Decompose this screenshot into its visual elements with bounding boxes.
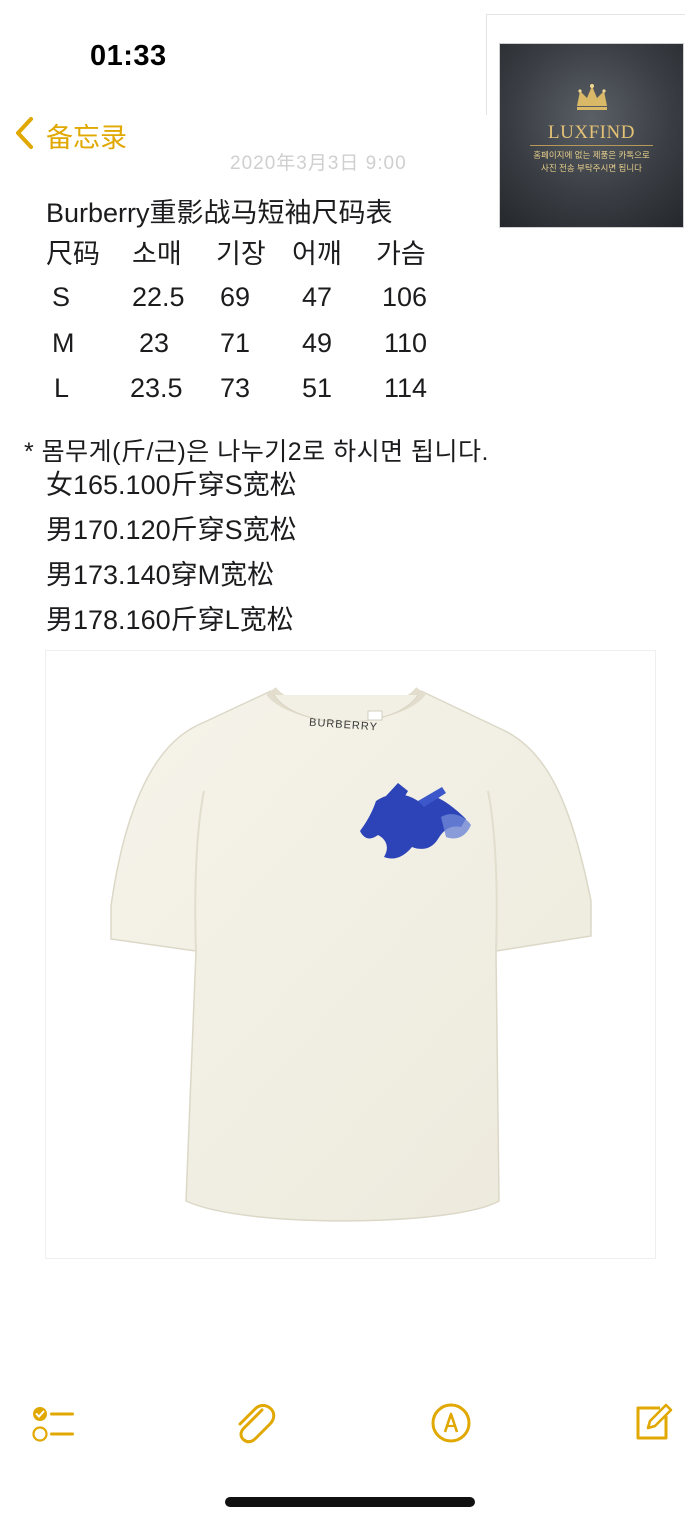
table-header: 소매 — [132, 239, 182, 269]
markup-pen-icon[interactable] — [430, 1402, 472, 1449]
table-header: 기장 — [216, 239, 266, 269]
logo-brand: LUXFIND — [548, 122, 635, 143]
home-indicator[interactable] — [225, 1497, 475, 1507]
table-cell: 106 — [382, 282, 428, 312]
table-cell: 69 — [220, 282, 251, 312]
table-cell: 114 — [384, 373, 428, 403]
fit-line: 男170.120斤穿S宽松 — [46, 515, 297, 545]
fit-line: 女165.100斤穿S宽松 — [46, 470, 297, 500]
back-button[interactable]: 备忘录 — [14, 116, 127, 155]
status-time: 01:33 — [90, 40, 167, 72]
crown-icon — [577, 84, 607, 110]
table-cell: 22.5 — [132, 282, 185, 312]
table-cell: 23.5 — [130, 373, 183, 403]
table-cell: 73 — [220, 373, 251, 403]
luxfind-logo: LUXFIND 홈페이지에 없는 제품은 카톡으로 사진 전송 부탁주시면 됩니… — [500, 44, 683, 227]
back-label: 备忘录 — [46, 123, 127, 153]
fit-line: 男178.160斤穿L宽松 — [46, 605, 294, 635]
table-header: 가슴 — [376, 239, 426, 269]
paperclip-icon[interactable] — [232, 1400, 276, 1451]
table-cell: 47 — [302, 282, 333, 312]
logo-line-2: 사진 전송 부탁주시면 됩니다 — [541, 163, 642, 173]
chevron-left-icon — [14, 116, 34, 155]
table-header: 尺码 — [46, 239, 100, 269]
tshirt-illustration — [110, 686, 592, 1222]
table-header: 어깨 — [292, 239, 342, 269]
note-date: 2020年3月3日 9:00 — [230, 153, 407, 174]
product-image[interactable]: BURBERRY — [45, 650, 656, 1259]
logo-line-1: 홈페이지에 없는 제품은 카톡으로 — [533, 150, 650, 160]
table-cell: 71 — [220, 328, 251, 358]
compose-icon[interactable] — [630, 1400, 674, 1449]
fit-line: 男173.140穿M宽松 — [46, 560, 275, 590]
table-cell: 49 — [302, 328, 333, 358]
table-cell: M — [52, 328, 75, 358]
table-cell: 110 — [384, 328, 428, 358]
table-cell: S — [52, 282, 71, 312]
note-title: Burberry重影战马短袖尺码表 — [46, 198, 393, 228]
checklist-icon[interactable] — [30, 1404, 78, 1449]
table-cell: 23 — [139, 328, 170, 358]
table-cell: L — [54, 373, 70, 403]
table-cell: 51 — [302, 373, 333, 403]
